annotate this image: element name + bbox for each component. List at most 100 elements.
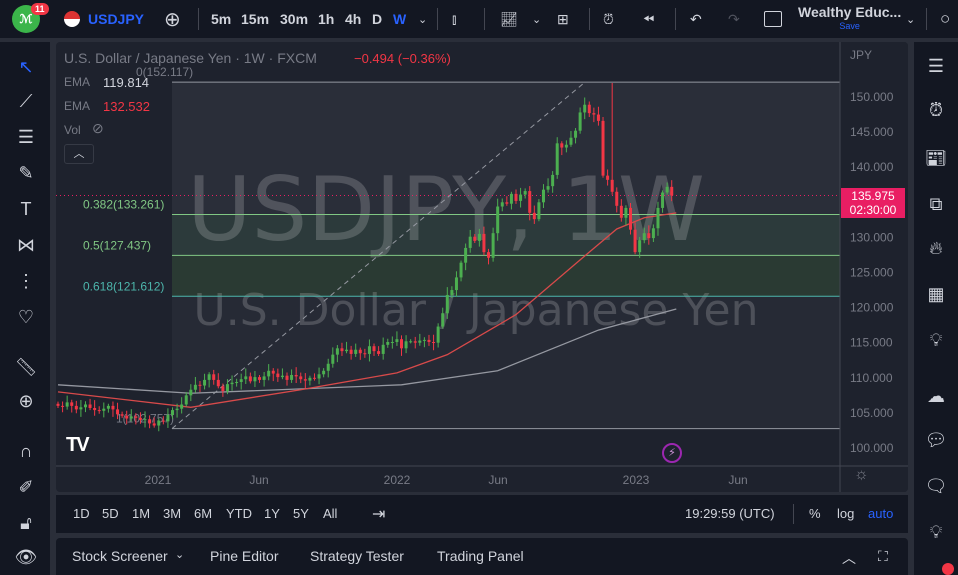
heart-icon[interactable]: ♡	[13, 304, 39, 330]
auto-scale-toggle[interactable]: auto	[868, 506, 893, 521]
hotlists-icon[interactable]: 🔥︎	[922, 234, 950, 262]
undo-icon[interactable]: ↶	[690, 0, 702, 38]
prediction-icon[interactable]: ⋮	[13, 268, 39, 294]
fullscreen-toggle-icon[interactable]	[764, 0, 782, 38]
candle-body	[152, 423, 156, 426]
log-scale-toggle[interactable]: log	[837, 506, 854, 521]
layouts-icon[interactable]: ⊞	[557, 0, 569, 38]
range-1y[interactable]: 1Y	[264, 506, 280, 521]
interval-D[interactable]: D	[372, 0, 382, 38]
candle-body	[111, 405, 115, 410]
candle-body	[372, 346, 376, 352]
brush-icon[interactable]: ✎	[13, 160, 39, 186]
range-5y[interactable]: 5Y	[293, 506, 309, 521]
lock-drawing-icon[interactable]: ✐	[13, 474, 39, 500]
candle-body	[345, 349, 349, 352]
help-icon[interactable]: 💡︎	[922, 518, 950, 546]
candle-body	[216, 379, 220, 387]
volume-label[interactable]: Vol	[64, 123, 81, 137]
layout-name-button[interactable]: Wealthy Educ... Save	[798, 0, 901, 38]
eye-icon[interactable]: 👁︎	[13, 544, 39, 570]
user-avatar[interactable]: ℳ 11	[12, 0, 49, 38]
candle-body	[70, 402, 74, 406]
candle-body	[450, 290, 454, 295]
tab-trading-panel[interactable]: Trading Panel	[437, 548, 524, 564]
redo-icon[interactable]: ↷	[728, 0, 740, 38]
tab-stock-screener[interactable]: Stock Screener	[72, 548, 168, 564]
maximize-icon[interactable]: ⛶	[878, 548, 888, 565]
fib-level-label: 0.382(133.261)	[83, 198, 164, 212]
zoom-icon[interactable]: ⊕	[13, 388, 39, 414]
range-5d[interactable]: 5D	[102, 506, 119, 521]
alerts-icon[interactable]: ⏰︎	[922, 96, 950, 124]
indicators-dropdown-icon[interactable]: ⌄	[532, 0, 541, 38]
interval-4h[interactable]: 4h	[345, 0, 361, 38]
range-ytd[interactable]: YTD	[226, 506, 252, 521]
ema-slow-label[interactable]: EMA	[64, 75, 90, 89]
text-icon[interactable]: T	[13, 196, 39, 222]
alert-icon[interactable]: ⏰︎	[603, 0, 614, 38]
magnet-icon[interactable]: ∩	[13, 438, 39, 464]
time-tick: Jun	[728, 473, 747, 487]
candle-body	[468, 236, 472, 248]
candle-body	[629, 207, 632, 230]
search-icon[interactable]: ○	[940, 0, 950, 38]
percent-scale-toggle[interactable]: %	[809, 506, 821, 521]
candle-body	[381, 344, 385, 354]
candle-body	[413, 341, 417, 343]
screener-dropdown-icon[interactable]: ⌄	[175, 548, 184, 561]
interval-5m[interactable]: 5m	[211, 0, 231, 38]
layout-dropdown-icon[interactable]: ⌄	[906, 0, 915, 38]
candle-body	[592, 113, 596, 115]
candle-body	[207, 374, 211, 380]
range-all[interactable]: All	[323, 506, 337, 521]
pattern-icon[interactable]: ⋈	[13, 232, 39, 258]
candle-type-icon[interactable]: ⫾	[452, 0, 456, 38]
news-icon[interactable]: 📰︎	[922, 144, 950, 172]
calendar-icon[interactable]: ▦	[922, 280, 950, 308]
candle-body	[578, 112, 582, 131]
save-label[interactable]: Save	[839, 19, 860, 33]
interval-dropdown-icon[interactable]: ⌄	[418, 0, 427, 38]
currency-selector[interactable]: JPY	[850, 48, 872, 62]
tab-pine-editor[interactable]: Pine Editor	[210, 548, 278, 564]
add-symbol-button[interactable]: ⊕	[164, 0, 181, 38]
chart-pane[interactable]: USDJPY, 1W U.S. Dollar / Japanese Yen 0(15…	[56, 42, 908, 492]
trend-line-icon[interactable]: ⟋	[13, 88, 39, 114]
lock-icon[interactable]: 🔓︎	[13, 510, 39, 536]
indicators-icon[interactable]: 📈︎	[500, 0, 518, 38]
range-1m[interactable]: 1M	[132, 506, 150, 521]
messages-icon[interactable]: 🗨︎	[922, 472, 950, 500]
data-window-icon[interactable]: ⧉	[922, 190, 950, 218]
watchlist-icon[interactable]: ☰	[922, 52, 950, 80]
settings-gear-icon[interactable]: ☼	[854, 466, 869, 484]
range-6m[interactable]: 6M	[194, 506, 212, 521]
price-chart[interactable]: USDJPY, 1WU.S. Dollar / Japanese Yen0(15…	[56, 42, 908, 492]
ruler-icon[interactable]: 📏︎	[13, 354, 39, 380]
interval-15m[interactable]: 15m	[241, 0, 269, 38]
fib-level-label: 0.5(127.437)	[83, 238, 151, 252]
event-lightning-icon[interactable]: ⚡︎	[662, 443, 682, 463]
ema-fast-label[interactable]: EMA	[64, 99, 90, 113]
interval-W[interactable]: W	[393, 0, 406, 38]
range-1d[interactable]: 1D	[73, 506, 90, 521]
date-range-icon[interactable]: ⇥	[372, 504, 385, 524]
collapse-legend-button[interactable]: ︿	[64, 144, 94, 164]
candle-body	[74, 405, 78, 410]
range-3m[interactable]: 3M	[163, 506, 181, 521]
clock[interactable]: 19:29:59 (UTC)	[685, 506, 775, 521]
cursor-icon[interactable]: ↖	[13, 54, 39, 80]
interval-1h[interactable]: 1h	[318, 0, 334, 38]
replay-icon[interactable]: ⏪︎	[643, 0, 654, 38]
symbol-search[interactable]: USDJPY	[64, 0, 144, 38]
expand-panel-icon[interactable]: ︿	[842, 548, 856, 568]
interval-30m[interactable]: 30m	[280, 0, 308, 38]
streams-icon[interactable]: ☁︎	[922, 382, 950, 410]
fib-retracement-icon[interactable]: ☰	[13, 124, 39, 150]
candle-body	[253, 377, 257, 382]
symbol-label: USDJPY	[88, 11, 145, 27]
tab-strategy-tester[interactable]: Strategy Tester	[310, 548, 404, 564]
ideas-icon[interactable]: 💡︎	[922, 326, 950, 354]
hidden-eye-icon[interactable]: ⊘	[92, 120, 104, 137]
chats-icon[interactable]: 💬︎	[922, 426, 950, 454]
